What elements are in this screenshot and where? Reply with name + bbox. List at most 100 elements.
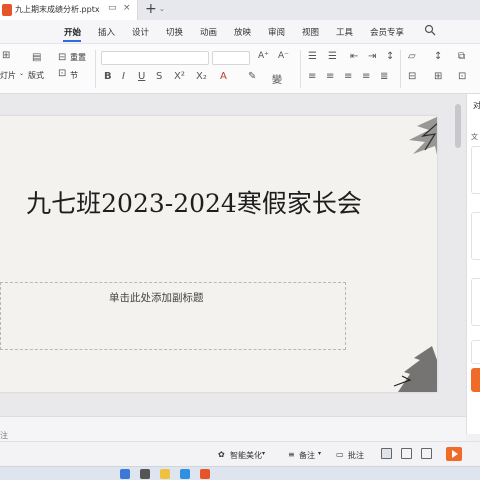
layout-label[interactable]: 版式: [28, 70, 44, 81]
windows-start-icon[interactable]: [120, 469, 130, 479]
taskbar-app-icon[interactable]: [140, 469, 150, 479]
comments-button[interactable]: 批注: [348, 450, 364, 461]
align-center-icon[interactable]: ≡: [326, 71, 334, 82]
menu-member[interactable]: 会员专享: [370, 26, 404, 38]
side-panel-card[interactable]: [471, 340, 480, 364]
remarks-caret-icon[interactable]: ▾: [318, 450, 321, 457]
new-tab-dropdown-icon[interactable]: ⌄: [159, 5, 165, 13]
os-taskbar: [0, 466, 480, 480]
active-tab-indicator: [63, 40, 81, 42]
remarks-button[interactable]: 备注: [299, 450, 315, 461]
shadow-icon[interactable]: S: [156, 71, 162, 82]
new-slide-icon[interactable]: ⊞: [2, 50, 10, 61]
menu-tools[interactable]: 工具: [336, 26, 353, 38]
distribute-icon[interactable]: ≣: [380, 71, 388, 82]
browser-icon[interactable]: [180, 469, 190, 479]
wps-app-icon[interactable]: [200, 469, 210, 479]
smart-beautify-icon[interactable]: ✿: [218, 450, 225, 459]
document-tab[interactable]: 九上期末成绩分析.pptx ▭ ×: [0, 0, 138, 20]
close-tab-icon[interactable]: ×: [123, 3, 131, 13]
shrink-font-icon[interactable]: A⁻: [278, 51, 289, 61]
text-direction-icon[interactable]: ↕: [434, 51, 442, 62]
increase-indent-icon[interactable]: ⇥: [368, 51, 376, 62]
align-text-icon[interactable]: ⊟: [408, 71, 416, 82]
font-size-select[interactable]: [212, 51, 250, 65]
right-side-panel: 对 文: [466, 94, 480, 434]
line-spacing-icon[interactable]: ↕: [386, 51, 394, 62]
search-icon[interactable]: [424, 24, 436, 36]
ribbon-separator-3: [400, 50, 401, 88]
ribbon-toolbar: ⊞ 灯片 ⌄ ▤ 版式 ⊟ 重置 ⊡ 节 A⁺ A⁻ B I U S X² X₂…: [0, 44, 480, 94]
slide-workspace: 九七班2023-2024寒假家长会 单击此处添加副标题: [0, 94, 466, 416]
ink-pine-decoration-bottom: [393, 346, 437, 392]
scrollbar-thumb[interactable]: [455, 104, 461, 148]
new-slide-label[interactable]: 灯片: [0, 70, 16, 81]
menu-insert[interactable]: 插入: [98, 26, 115, 38]
reading-view-icon[interactable]: [421, 448, 432, 459]
menu-bar: 开始 插入 设计 切换 动画 放映 审阅 视图 工具 会员专享: [0, 20, 480, 44]
layout-icon[interactable]: ▤: [32, 52, 41, 63]
play-slideshow-button[interactable]: [446, 447, 462, 461]
menu-home[interactable]: 开始: [64, 26, 81, 38]
superscript-icon[interactable]: X²: [174, 71, 185, 82]
side-panel-subtitle: 文: [471, 133, 478, 141]
side-panel-card[interactable]: [471, 278, 480, 326]
columns-icon[interactable]: ⊞: [434, 71, 442, 82]
smart-beautify-button[interactable]: 智能美化: [230, 450, 262, 461]
slide-canvas[interactable]: 九七班2023-2024寒假家长会 单击此处添加副标题: [0, 116, 437, 392]
remarks-icon[interactable]: ≡: [288, 450, 295, 459]
menu-slideshow[interactable]: 放映: [234, 26, 251, 38]
grow-font-icon[interactable]: A⁺: [258, 51, 269, 61]
bold-icon[interactable]: B: [104, 71, 112, 82]
highlight-icon[interactable]: 變: [272, 71, 282, 86]
subtitle-placeholder-text: 单击此处添加副标题: [109, 292, 204, 304]
reset-icon[interactable]: ⊟: [58, 52, 66, 63]
numbered-list-icon[interactable]: ☰: [328, 51, 337, 62]
slide-title[interactable]: 九七班2023-2024寒假家长会: [14, 188, 374, 220]
document-tab-bar: 九上期末成绩分析.pptx ▭ × + ⌄: [0, 0, 480, 20]
side-panel-title: 对: [473, 100, 480, 111]
shape-icon[interactable]: ▱: [408, 51, 416, 62]
side-panel-action-button[interactable]: [471, 368, 480, 392]
decrease-indent-icon[interactable]: ⇤: [350, 51, 358, 62]
menu-review[interactable]: 审阅: [268, 26, 285, 38]
text-box-icon[interactable]: ⊡: [458, 71, 466, 82]
monitor-icon[interactable]: ▭: [108, 3, 117, 13]
bullet-list-icon[interactable]: ☰: [308, 51, 317, 62]
section-button[interactable]: 节: [70, 70, 78, 81]
menu-design[interactable]: 设计: [132, 26, 149, 38]
font-color-icon[interactable]: A: [220, 71, 227, 82]
italic-icon[interactable]: I: [122, 71, 125, 82]
char-spacing-icon[interactable]: ✎: [248, 71, 256, 82]
subscript-icon[interactable]: X₂: [196, 71, 207, 82]
align-left-icon[interactable]: ≡: [308, 71, 316, 82]
new-tab-button[interactable]: +: [145, 1, 157, 17]
ink-pine-decoration-top: [409, 116, 437, 155]
new-slide-caret-icon[interactable]: ⌄: [19, 70, 24, 77]
arrange-icon[interactable]: ⧉: [458, 51, 465, 62]
notes-pane[interactable]: 注: [0, 416, 466, 441]
pptx-file-icon: [2, 4, 12, 16]
comments-icon[interactable]: ▭: [336, 450, 344, 459]
side-panel-card[interactable]: [471, 212, 480, 260]
notes-placeholder: 注: [0, 431, 8, 440]
folder-icon[interactable]: [160, 469, 170, 479]
ribbon-separator-2: [300, 50, 301, 88]
document-tab-title: 九上期末成绩分析.pptx: [15, 5, 100, 14]
section-icon[interactable]: ⊡: [58, 68, 66, 79]
menu-view[interactable]: 视图: [302, 26, 319, 38]
subtitle-placeholder-box[interactable]: 单击此处添加副标题: [0, 282, 346, 350]
slide-sorter-icon[interactable]: [401, 448, 412, 459]
align-right-icon[interactable]: ≡: [344, 71, 352, 82]
ribbon-separator: [95, 50, 96, 88]
normal-view-icon[interactable]: [381, 448, 392, 459]
smart-beautify-caret-icon[interactable]: ▾: [262, 450, 265, 457]
reset-button[interactable]: 重置: [70, 52, 86, 63]
vertical-scrollbar[interactable]: [455, 96, 461, 416]
font-family-select[interactable]: [101, 51, 209, 65]
underline-icon[interactable]: U: [138, 71, 145, 82]
side-panel-card[interactable]: [471, 146, 480, 194]
menu-transitions[interactable]: 切换: [166, 26, 183, 38]
justify-icon[interactable]: ≡: [362, 71, 370, 82]
menu-animations[interactable]: 动画: [200, 26, 217, 38]
